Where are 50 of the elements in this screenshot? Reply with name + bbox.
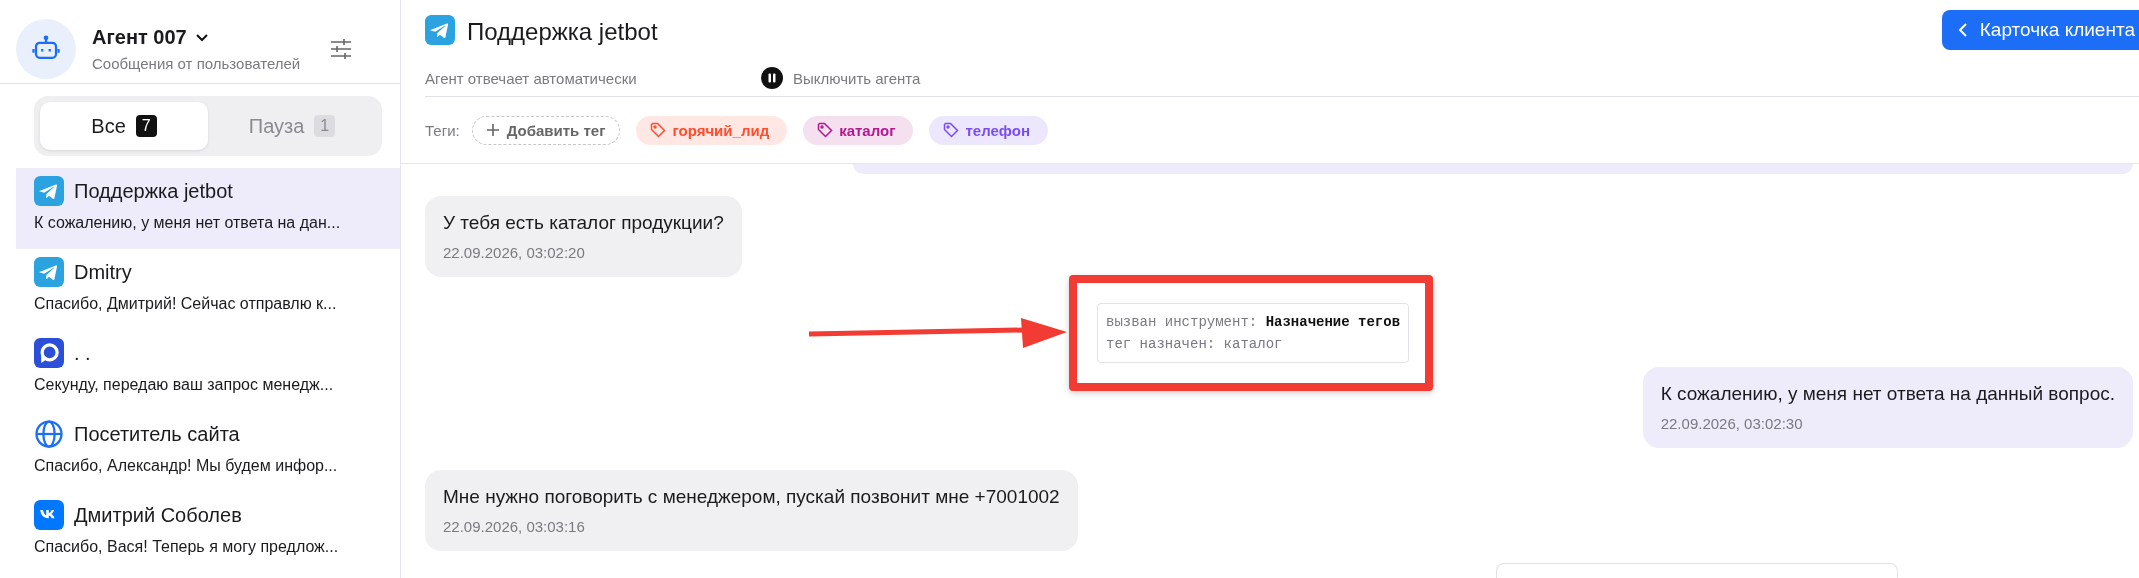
telegram-icon — [34, 257, 64, 287]
disable-agent-button[interactable]: Выключить агента — [761, 67, 921, 89]
chat-list-item[interactable]: Dmitry Спасибо, Дмитрий! Сейчас отправлю к... — [0, 249, 400, 330]
chat-name: Поддержка jetbot — [74, 179, 233, 203]
chat-title: Поддержка jetbot — [467, 18, 659, 46]
count-badge: 7 — [135, 115, 157, 137]
chat-name: Посетитель сайта — [74, 422, 240, 446]
tag-icon — [817, 122, 834, 138]
agent-status: Агент отвечает автоматически — [425, 69, 638, 87]
count-badge: 1 — [314, 115, 336, 137]
telegram-icon — [34, 176, 64, 206]
chat-list-item[interactable]: Посетитель сайта Спасибо, Александр! Мы будем инфор... — [0, 411, 400, 492]
message-time: 22.09.2026, 03:02:30 — [1660, 415, 1804, 432]
agent-subtitle: Сообщения от пользователей — [92, 55, 302, 72]
chat-name: Dmitry — [74, 260, 132, 284]
client-card-button[interactable]: Карточка клиента — [1941, 10, 2139, 50]
chat-name: . . — [74, 341, 91, 365]
tags-label: Теги: — [425, 121, 460, 139]
chevron-down-icon[interactable] — [194, 32, 209, 43]
chevron-left-icon — [1957, 22, 1968, 38]
message-text: Мне нужно поговорить с менеджером, пускай позвонит мне +7001002 — [443, 486, 1060, 508]
chat-list-item[interactable]: Поддержка jetbot К сожалению, у меня нет ответа на дан... — [16, 168, 400, 249]
message-time: 22.09.2026, 03:03:16 — [443, 518, 586, 535]
telegram-icon — [425, 15, 455, 45]
tag-icon — [943, 122, 960, 138]
filter-tab[interactable]: Все 7 — [40, 102, 208, 150]
tool-call-line: вызван инструмент: Назначение тегов — [1106, 314, 1401, 330]
sliders-icon[interactable] — [330, 39, 352, 59]
chat-preview: Спасибо, Дмитрий! Сейчас отправлю к... — [34, 295, 338, 313]
message-text: К сожалению, у меня нет ответа на данный вопрос. — [1660, 383, 2115, 405]
chat-list-item[interactable]: Дмитрий Соболев Спасибо, Вася! Теперь я могу предлож... — [0, 492, 400, 573]
chat-list-item[interactable]: . . Секунду, передаю ваш запрос менедж... — [0, 330, 400, 411]
chat-app-icon — [34, 338, 64, 368]
chat-preview: Спасибо, Александр! Мы будем инфор... — [34, 457, 339, 475]
message-text: У тебя есть каталог продукции? — [443, 212, 724, 234]
globe-icon — [34, 419, 64, 449]
message-time: 22.09.2026, 03:02:20 — [443, 244, 586, 261]
plus-icon — [486, 124, 499, 136]
tag-icon — [650, 122, 667, 138]
tag-chip[interactable]: каталог — [803, 115, 914, 145]
pause-icon — [761, 67, 783, 89]
add-tag-button[interactable]: Добавить тег — [471, 115, 621, 145]
tool-call-line: тег назначен: каталог — [1106, 336, 1284, 352]
chat-preview: Секунду, передаю ваш запрос менедж... — [34, 376, 335, 394]
chat-name: Дмитрий Соболев — [74, 503, 242, 527]
vk-icon — [34, 500, 64, 530]
agent-name[interactable]: Агент 007 — [92, 26, 187, 49]
tag-chip[interactable]: телефон — [929, 115, 1048, 145]
chat-preview: К сожалению, у меня нет ответа на дан... — [34, 214, 342, 232]
chat-preview: Спасибо, Вася! Теперь я могу предлож... — [34, 538, 340, 556]
